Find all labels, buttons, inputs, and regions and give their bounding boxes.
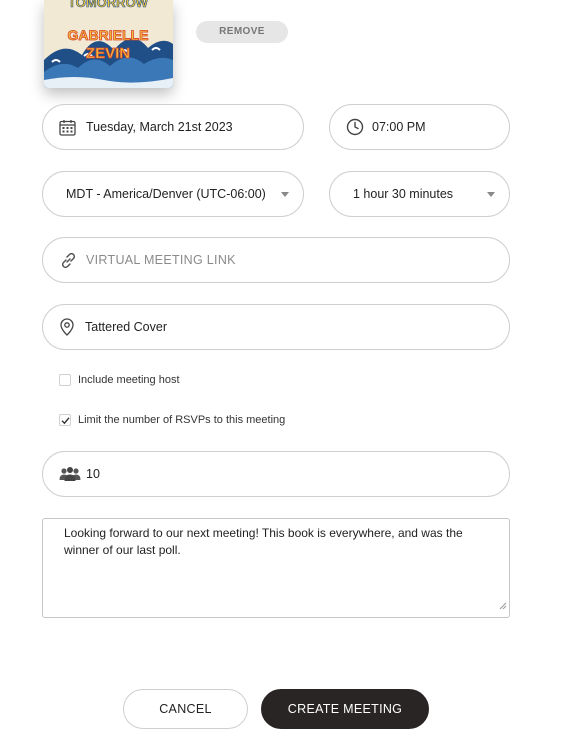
duration-value: 1 hour 30 minutes (353, 187, 454, 201)
book-author-first-name: GABRIELLE (68, 27, 149, 43)
link-icon (59, 251, 78, 270)
limit-rsvps-checkbox-row[interactable]: Limit the number of RSVPs to this meetin… (59, 414, 285, 426)
cancel-button[interactable]: CANCEL (123, 689, 248, 729)
location-pin-icon (59, 318, 75, 336)
rsvp-limit-input[interactable]: 10 (42, 451, 510, 497)
rsvp-limit-value: 10 (86, 467, 100, 481)
book-title-text: TOMORROW (68, 0, 149, 10)
time-value: 07:00 PM (372, 120, 426, 134)
book-author-last-name: ZEVIN (86, 45, 130, 62)
meeting-description-textarea[interactable]: Looking forward to our next meeting! Thi… (42, 518, 510, 618)
people-icon (59, 466, 81, 482)
virtual-meeting-link-input[interactable]: VIRTUAL MEETING LINK (42, 237, 510, 283)
chevron-down-icon (281, 192, 289, 197)
clock-icon (346, 118, 364, 136)
limit-rsvps-checkbox[interactable] (59, 414, 71, 426)
duration-select[interactable]: 1 hour 30 minutes (329, 171, 510, 217)
create-meeting-button[interactable]: CREATE MEETING (261, 689, 429, 729)
time-picker[interactable]: 07:00 PM (329, 104, 510, 150)
meeting-description-text: Looking forward to our next meeting! Thi… (64, 526, 463, 557)
location-value: Tattered Cover (85, 320, 167, 334)
remove-cover-button[interactable]: REMOVE (196, 21, 288, 43)
include-host-label: Include meeting host (78, 374, 180, 386)
include-host-checkbox[interactable] (59, 374, 71, 386)
limit-rsvps-label: Limit the number of RSVPs to this meetin… (78, 414, 286, 426)
include-host-checkbox-row[interactable]: Include meeting host (59, 374, 180, 386)
timezone-select[interactable]: MDT - America/Denver (UTC-06:00) (42, 171, 304, 217)
resize-handle-icon[interactable] (499, 598, 507, 615)
virtual-link-placeholder: VIRTUAL MEETING LINK (86, 253, 236, 267)
date-value: Tuesday, March 21st 2023 (86, 120, 233, 134)
book-cover-image: TOMORROW GABRIELLE ZEVIN (44, 0, 173, 88)
calendar-icon (59, 119, 76, 136)
checkmark-icon (61, 416, 70, 424)
date-picker[interactable]: Tuesday, March 21st 2023 (42, 104, 304, 150)
timezone-value: MDT - America/Denver (UTC-06:00) (66, 187, 266, 201)
location-input[interactable]: Tattered Cover (42, 304, 510, 350)
chevron-down-icon (487, 192, 495, 197)
